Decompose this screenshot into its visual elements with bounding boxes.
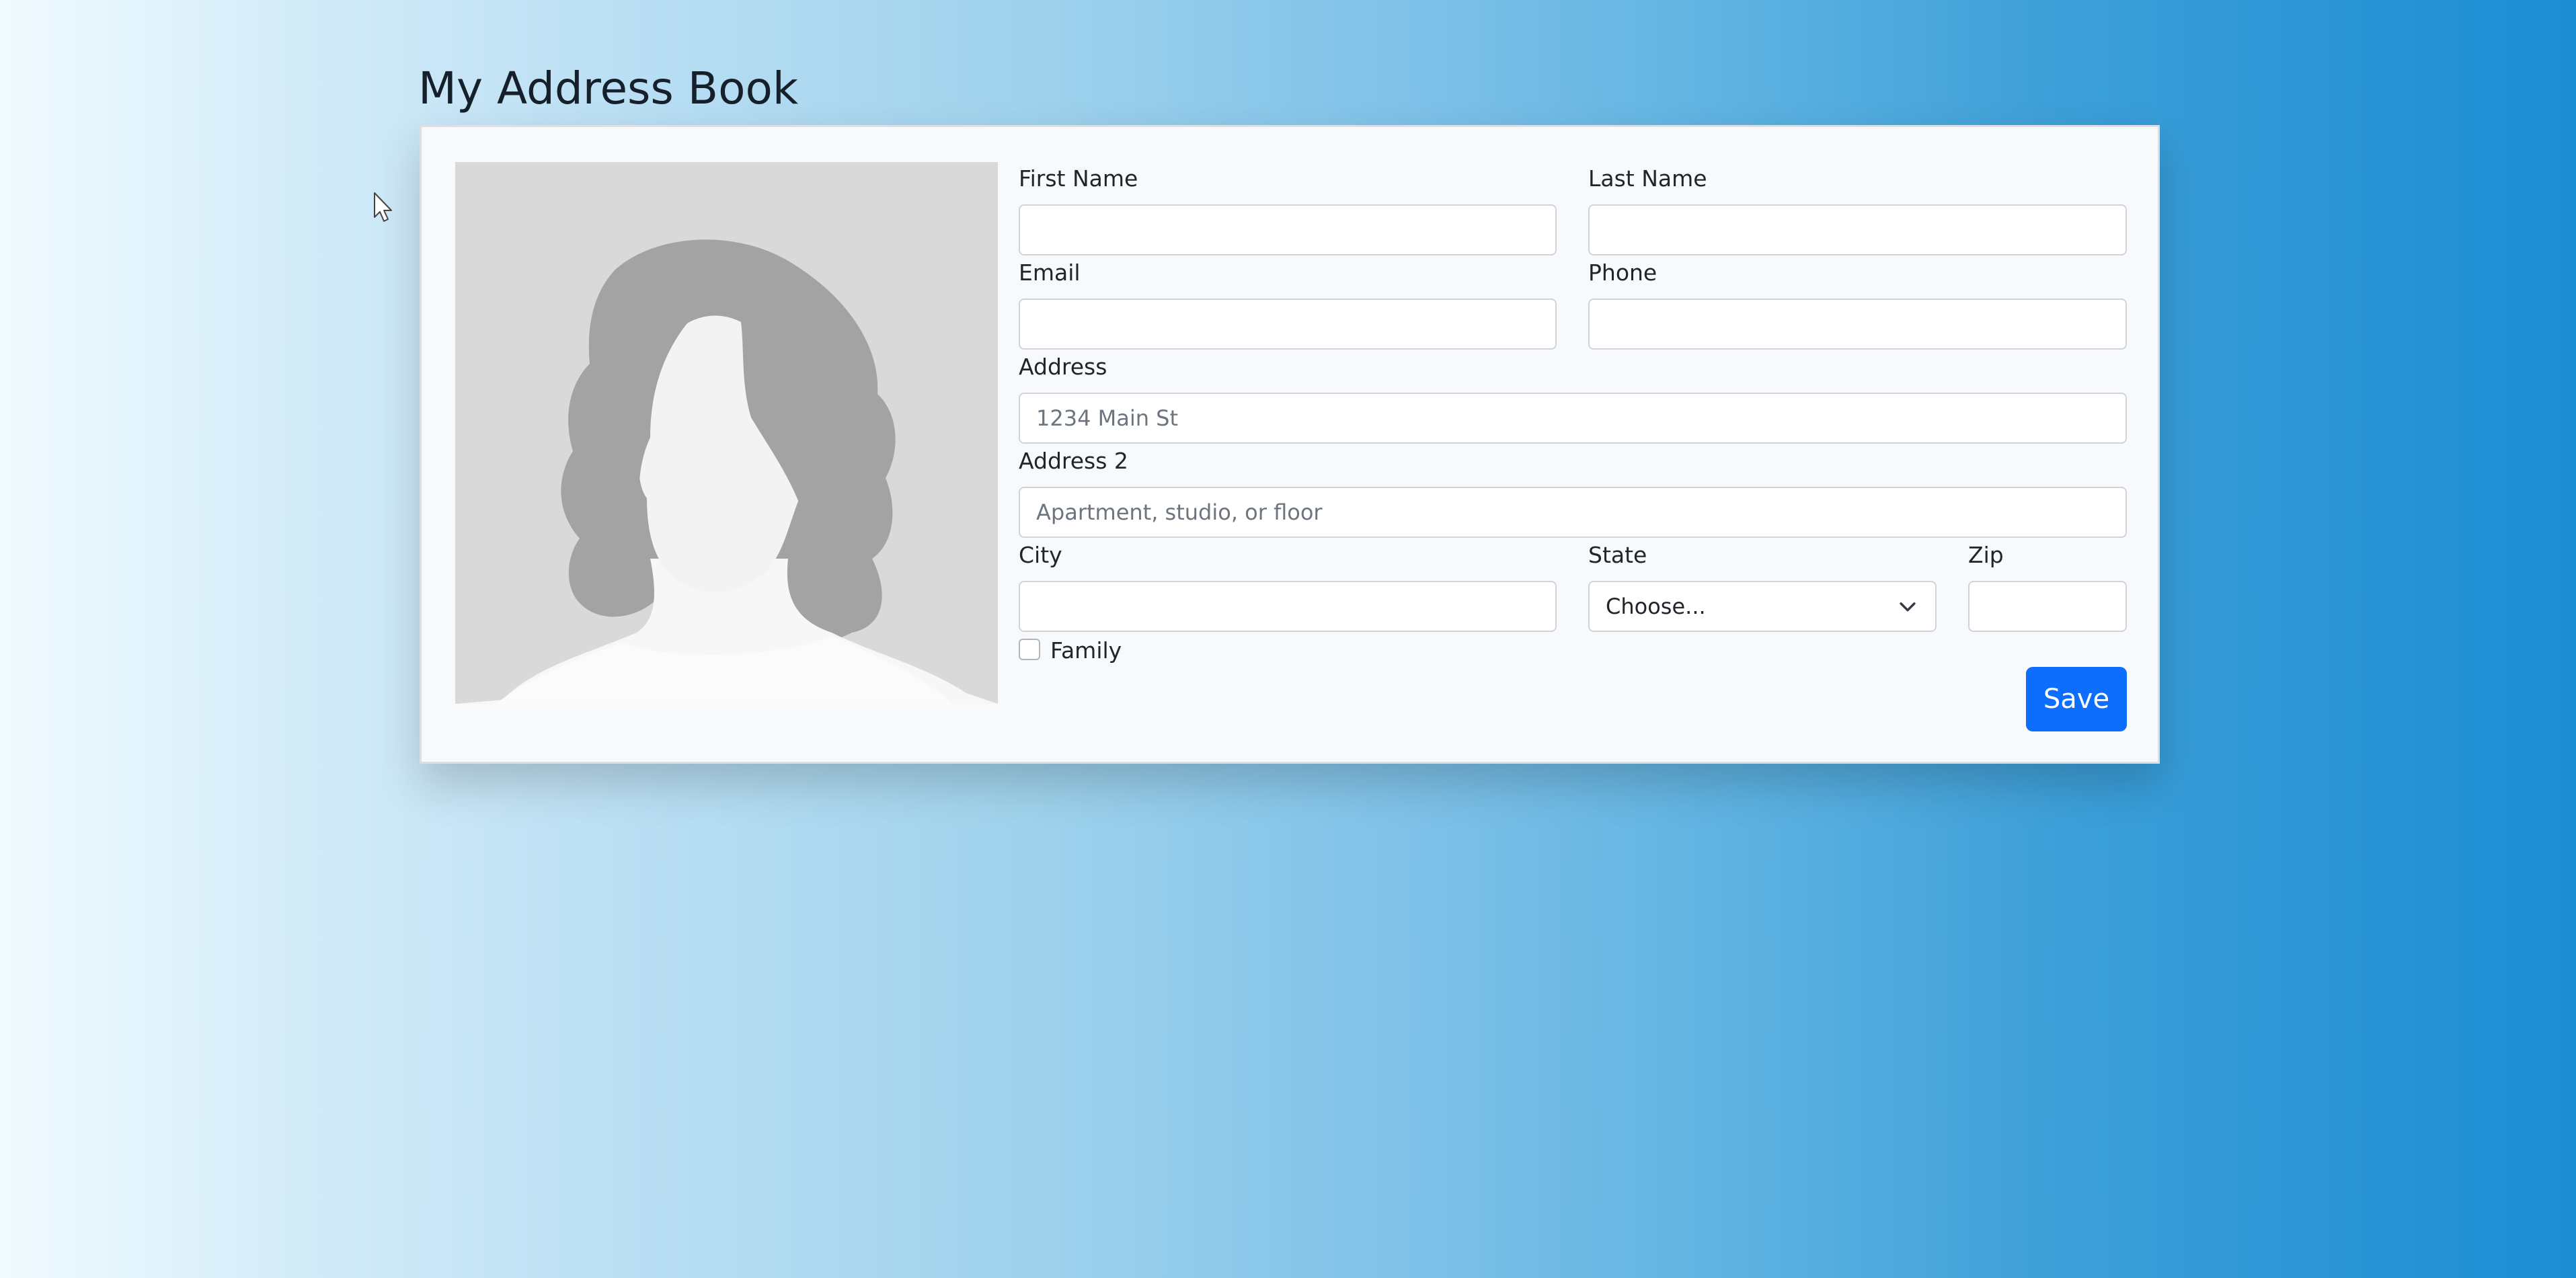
last-name-input[interactable] <box>1588 204 2127 255</box>
city-label: City <box>1019 542 1062 568</box>
address-input[interactable] <box>1019 393 2127 444</box>
state-label: State <box>1588 542 1647 568</box>
mouse-cursor-icon <box>374 192 392 222</box>
family-label: Family <box>1050 637 1122 664</box>
address2-input[interactable] <box>1019 487 2127 538</box>
first-name-label: First Name <box>1019 165 1138 192</box>
zip-input[interactable] <box>1968 581 2127 632</box>
avatar <box>455 162 998 704</box>
city-input[interactable] <box>1019 581 1557 632</box>
address2-label: Address 2 <box>1019 448 1128 474</box>
first-name-input[interactable] <box>1019 204 1557 255</box>
address-label: Address <box>1019 354 1107 380</box>
page-title: My Address Book <box>418 63 799 114</box>
contact-form-card: First Name Last Name Email Phone Address… <box>420 125 2160 764</box>
last-name-label: Last Name <box>1588 165 1707 192</box>
save-button[interactable]: Save <box>2026 667 2127 731</box>
phone-label: Phone <box>1588 259 1657 286</box>
email-input[interactable] <box>1019 298 1557 350</box>
phone-input[interactable] <box>1588 298 2127 350</box>
email-label: Email <box>1019 259 1081 286</box>
zip-label: Zip <box>1968 542 2004 568</box>
state-selected-value: Choose... <box>1606 594 1706 619</box>
female-avatar-placeholder-icon <box>455 162 998 704</box>
chevron-down-icon <box>1900 602 1916 612</box>
family-checkbox[interactable] <box>1019 639 1040 660</box>
state-select[interactable]: Choose... <box>1588 581 1937 632</box>
